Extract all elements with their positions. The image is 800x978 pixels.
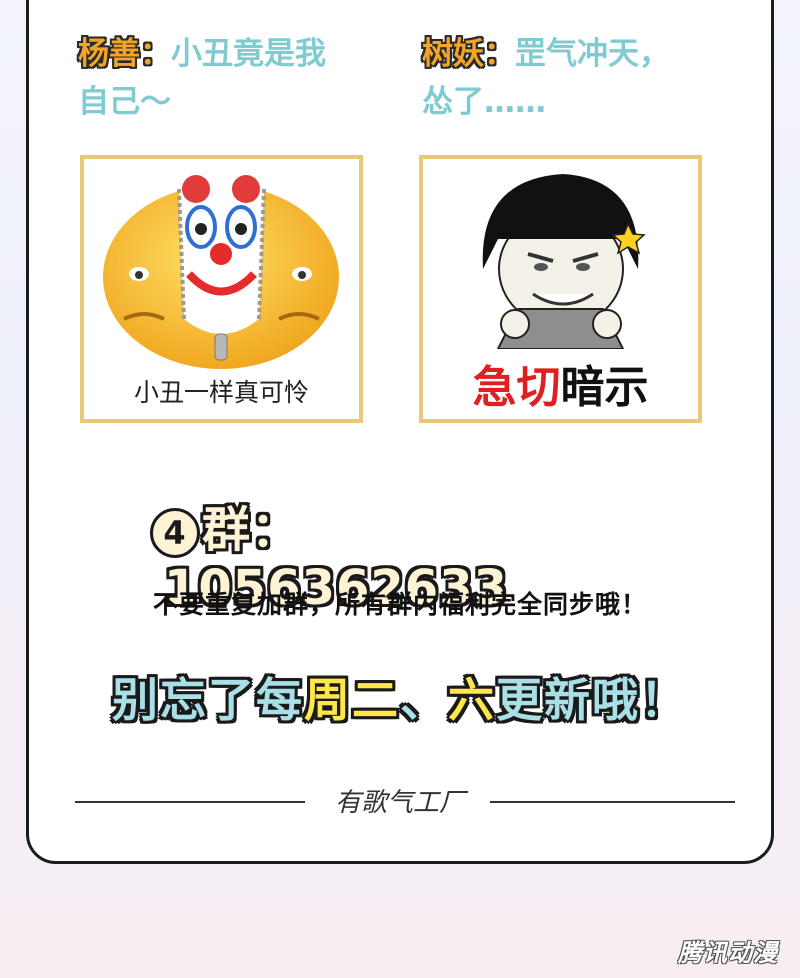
comment-author: 树妖：	[422, 36, 515, 72]
comment-yangshan: 杨善：小丑竟是我 自己～	[78, 30, 378, 126]
reminder-part: 更新哦！	[496, 673, 688, 727]
meme-caption: 急切暗示	[423, 351, 698, 415]
content-card	[26, 0, 774, 864]
group-number-line: 4 群：1056362633	[150, 490, 650, 616]
reminder-highlight: 周二	[304, 673, 400, 727]
meme-hint-image: 急切暗示	[419, 155, 702, 423]
reminder-part: 别忘了每	[112, 673, 304, 727]
platform-watermark: 腾讯动漫	[678, 939, 778, 967]
meme-caption-red: 急切	[472, 362, 561, 413]
group-notice: 不要重复加群，所有群内福利完全同步哦！	[152, 590, 647, 619]
comment-text-line1: 小丑竟是我	[171, 36, 326, 72]
panda-man-face-icon	[482, 174, 646, 349]
group-label: 群：	[202, 502, 301, 558]
comment-text-line2: 怂了……	[422, 84, 546, 120]
comment-author: 杨善：	[78, 36, 171, 72]
comment-text-line1: 罡气冲天，	[515, 36, 670, 72]
update-reminder: 别忘了每周二、六更新哦！	[0, 664, 800, 730]
meme-clown-image: 小丑一样真可怜	[80, 155, 363, 423]
comment-shuyao: 树妖：罡气冲天， 怂了……	[422, 30, 742, 126]
studio-signature: 有歌气工厂	[0, 782, 800, 819]
clown-zipper-emoji-icon	[103, 174, 339, 369]
meme-caption-black: 暗示	[560, 362, 649, 413]
reminder-highlight: 六	[448, 673, 496, 727]
comment-text-line2: 自己～	[78, 84, 171, 120]
meme-caption: 小丑一样真可怜	[133, 378, 309, 407]
circled-four-badge: 4	[150, 508, 200, 558]
reminder-part: 、	[400, 673, 448, 727]
